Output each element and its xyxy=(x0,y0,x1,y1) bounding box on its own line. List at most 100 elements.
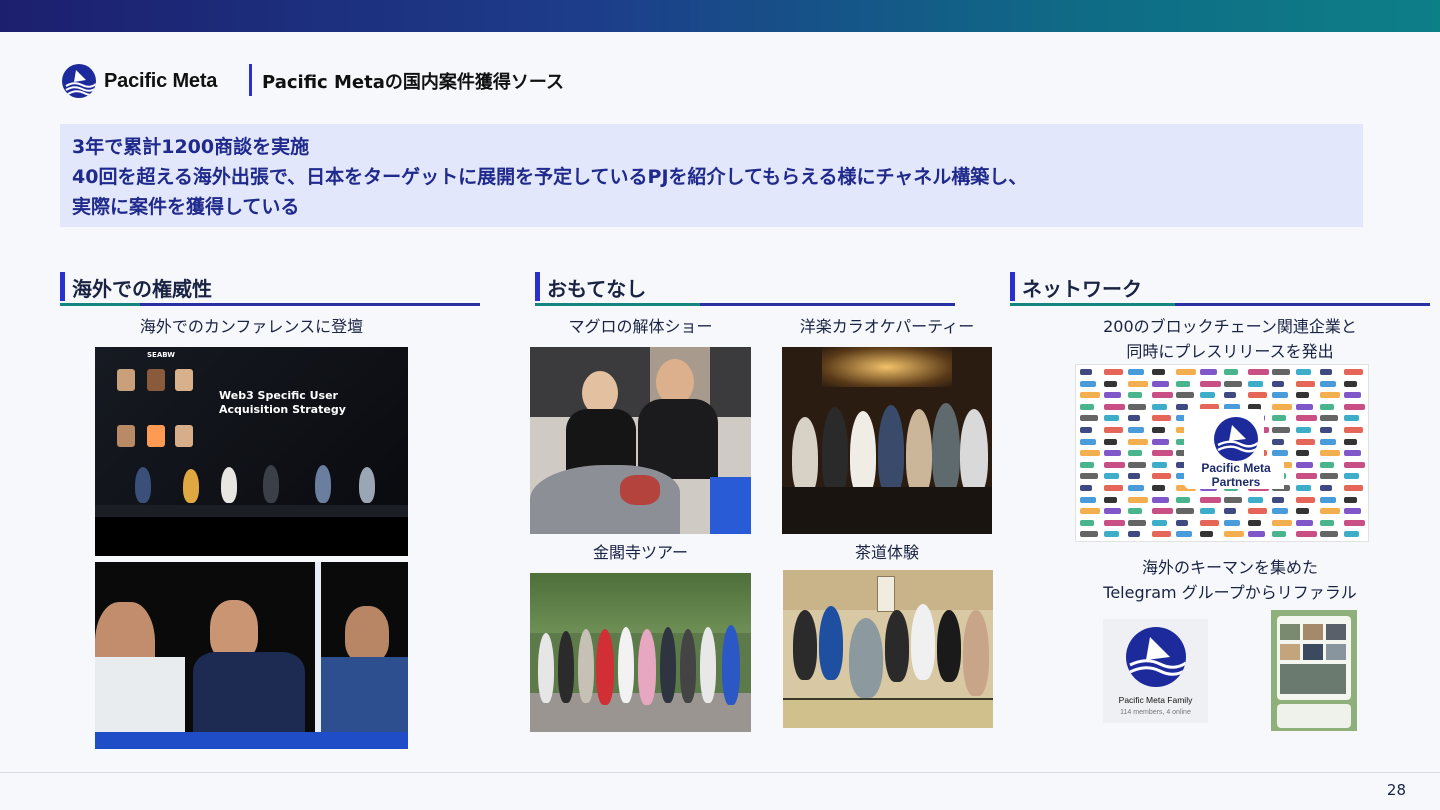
section-authority-title: 海外での権威性 xyxy=(72,277,212,301)
section-hospitality-title: おもてなし xyxy=(547,277,647,301)
partner-logo-tile xyxy=(1200,508,1215,515)
partner-logo-tile xyxy=(1104,473,1119,480)
partner-logo-tile xyxy=(1080,415,1098,422)
partner-logo-tile xyxy=(1248,519,1261,526)
partner-logo-tile xyxy=(1224,508,1236,515)
partner-logo-tile xyxy=(1296,415,1317,422)
partner-logo-tile xyxy=(1320,427,1332,433)
partner-logo-tile xyxy=(1104,438,1117,445)
section-marker xyxy=(1010,272,1015,301)
partner-logo-tile xyxy=(1224,392,1236,399)
partner-logo-tile xyxy=(1272,438,1284,445)
partner-logo-tile xyxy=(1152,473,1171,480)
partner-logo-tile xyxy=(1080,485,1092,491)
section-underline-accent xyxy=(535,303,700,306)
brand-logo: Pacific Meta xyxy=(62,64,217,98)
partner-logo-tile xyxy=(1200,519,1219,526)
partner-logo-tile xyxy=(1296,496,1315,503)
partner-logo-tile xyxy=(1296,427,1311,433)
partner-logo-tile xyxy=(1296,461,1313,468)
partner-logo-tile xyxy=(1152,427,1165,433)
partner-logo-tile xyxy=(1128,403,1146,410)
top-gradient-bar xyxy=(0,0,1440,32)
partner-logo-tile xyxy=(1272,427,1290,433)
partner-logo-tile xyxy=(1152,380,1169,387)
partner-logo-tile xyxy=(1080,508,1100,515)
page-number: 28 xyxy=(1386,781,1406,799)
partner-logo-tile xyxy=(1104,461,1125,468)
partner-logo-tile xyxy=(1344,485,1363,491)
section-network-header: ネットワーク xyxy=(1010,270,1430,306)
section-underline-accent xyxy=(60,303,140,306)
partner-logo-tile xyxy=(1128,369,1144,375)
caption-tea-ceremony: 茶道体験 xyxy=(854,543,919,562)
section-marker xyxy=(535,272,540,301)
partner-logo-tile xyxy=(1176,496,1190,503)
partner-logo-tile xyxy=(1248,369,1269,375)
partner-logo-tile xyxy=(1296,485,1311,491)
caption-karaoke: 洋楽カラオケパーティー xyxy=(799,317,975,336)
partner-logo-tile xyxy=(1296,450,1309,457)
partner-logo-tile xyxy=(1128,380,1148,387)
partner-logo-tile xyxy=(1200,380,1221,387)
partner-logo-tile xyxy=(1272,519,1292,526)
partner-logo-tile xyxy=(1320,508,1340,515)
partner-logo-tile xyxy=(1104,392,1121,399)
partner-logo-tile xyxy=(1200,369,1217,375)
partner-logo-tile xyxy=(1296,473,1317,480)
pacific-meta-logo-icon xyxy=(62,64,96,98)
partner-logo-tile xyxy=(1176,519,1188,526)
partners-label-1: Pacific Meta xyxy=(1201,461,1271,475)
partner-logo-tile xyxy=(1080,369,1092,375)
partner-logo-tile xyxy=(1344,473,1359,480)
partner-logo-tile xyxy=(1344,496,1357,503)
partner-logo-tile xyxy=(1248,508,1267,515)
partner-logo-tile xyxy=(1272,531,1286,538)
partner-logo-tile xyxy=(1128,485,1144,491)
partner-logo-tile xyxy=(1128,392,1142,399)
partner-logo-tile xyxy=(1272,403,1292,410)
partner-logo-tile xyxy=(1104,369,1123,375)
event-badge: SEABW xyxy=(147,351,175,359)
partner-logo-tile xyxy=(1080,461,1094,468)
kinkakuji-tour-photo xyxy=(530,573,751,732)
caption-kinkakuji-tour: 金閣寺ツアー xyxy=(592,543,689,562)
footer-divider xyxy=(0,772,1440,773)
partner-logo-tile xyxy=(1152,438,1169,445)
telegram-member-count: 114 members, 4 online xyxy=(1120,709,1191,716)
partner-logo-tile xyxy=(1176,392,1194,399)
conference-slide-photo: SEABW Web3 Specific User Acquisition Str… xyxy=(95,347,408,556)
partner-logo-tile xyxy=(1320,438,1336,445)
telegram-group-card: Pacific Meta Family 114 members, 4 onlin… xyxy=(1103,619,1208,723)
partner-logo-tile xyxy=(1272,508,1288,515)
caption-tuna-show: マグロの解体ショー xyxy=(568,317,713,336)
slide-title-line-1: Web3 Specific User xyxy=(219,389,338,402)
partner-logo-tile xyxy=(1344,438,1357,445)
partner-logo-tile xyxy=(1248,531,1265,538)
partner-logo-tile xyxy=(1152,415,1171,422)
partner-logo-tile xyxy=(1200,531,1213,538)
caption-telegram-2: Telegram グループからリファラル xyxy=(1103,583,1357,602)
partner-logo-tile xyxy=(1080,519,1094,526)
partner-logo-tile xyxy=(1152,531,1171,538)
partner-logo-tile xyxy=(1080,473,1098,480)
title-separator xyxy=(249,64,252,96)
partner-logo-tile xyxy=(1272,450,1288,457)
partner-logo-tile xyxy=(1128,531,1140,538)
partner-logo-tile xyxy=(1128,427,1144,433)
partner-logo-tile xyxy=(1176,508,1194,515)
partner-logo-tile xyxy=(1296,508,1309,515)
partner-logo-tile xyxy=(1152,485,1165,491)
telegram-chat-screenshot xyxy=(1271,610,1357,731)
partner-logo-tile xyxy=(1104,496,1117,503)
partner-logo-tile xyxy=(1152,450,1173,457)
conference-panel-photo xyxy=(95,562,408,749)
partner-logo-tile xyxy=(1248,380,1263,387)
partner-logo-tile xyxy=(1344,461,1365,468)
partner-logo-tile xyxy=(1296,380,1315,387)
partner-logo-tile xyxy=(1080,427,1092,433)
partner-logo-tile xyxy=(1320,473,1338,480)
tea-ceremony-photo xyxy=(783,570,993,728)
partner-logo-tile xyxy=(1080,531,1098,538)
partner-logo-tile xyxy=(1128,496,1148,503)
